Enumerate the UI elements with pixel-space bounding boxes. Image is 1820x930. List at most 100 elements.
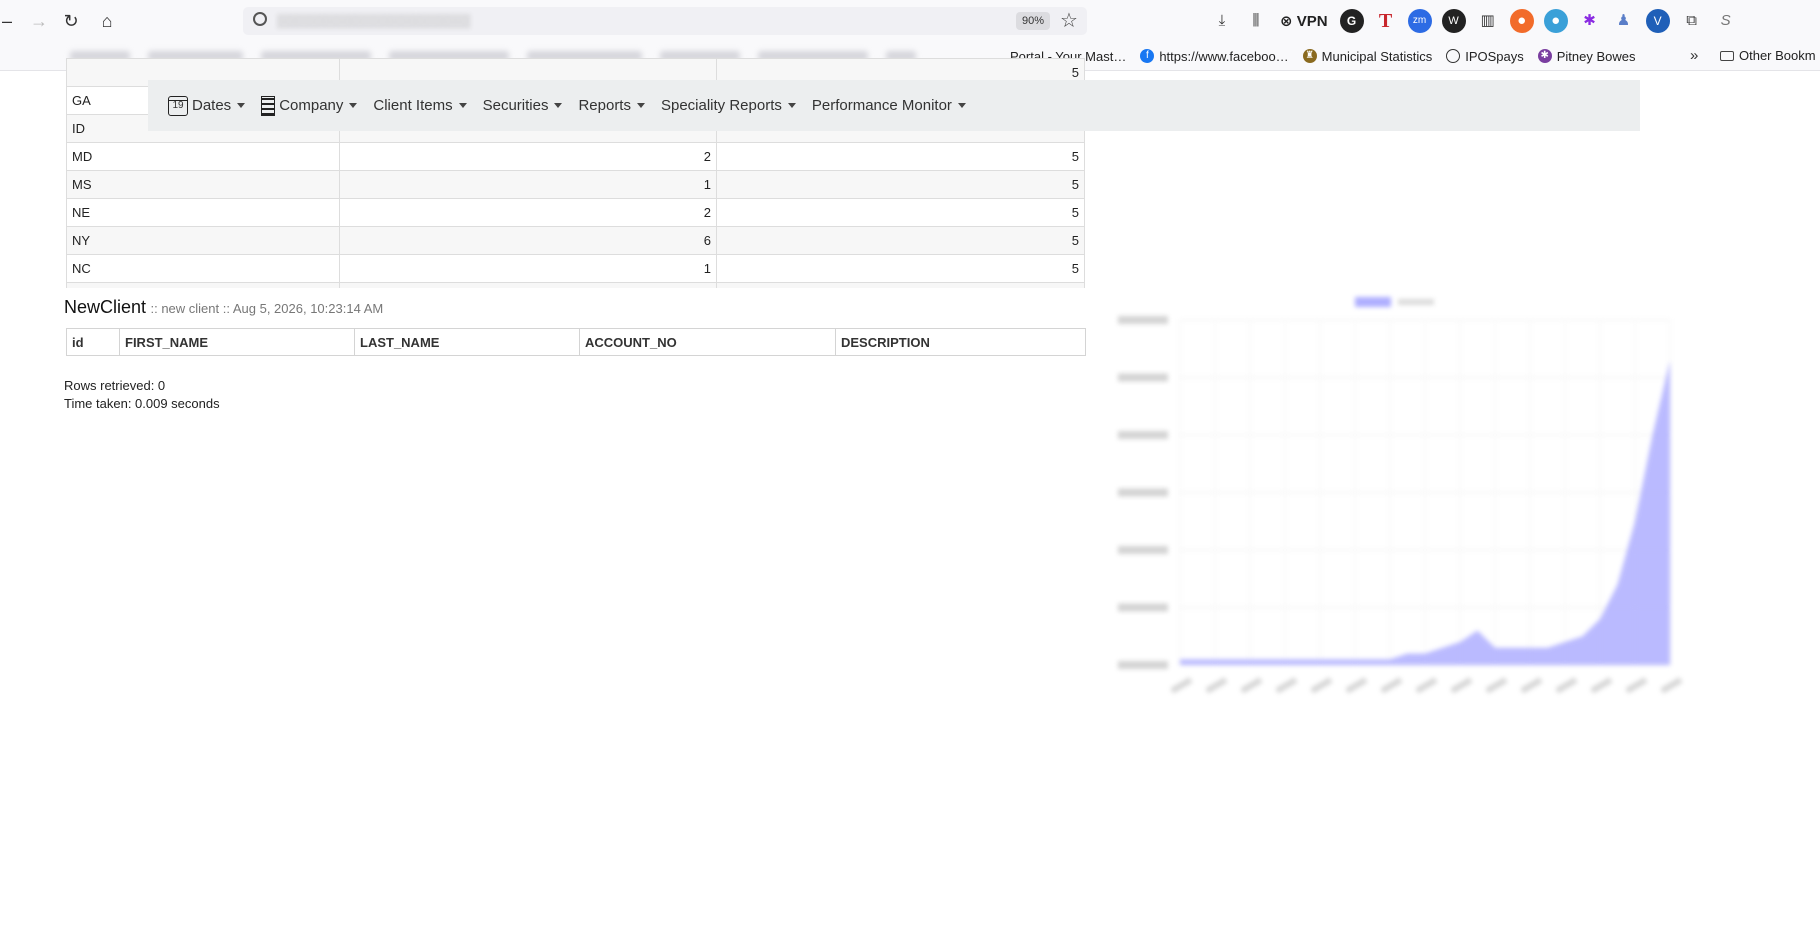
value-cell	[716, 282, 1085, 288]
nav-client-items[interactable]: Client Items	[373, 97, 467, 114]
vpn-button[interactable]: ⊗ VPN	[1278, 12, 1330, 30]
x-tick-label	[1660, 677, 1683, 694]
crest-icon: ♜	[1302, 49, 1317, 63]
x-tick-label	[1310, 677, 1333, 694]
x-tick-label	[1170, 677, 1193, 694]
shield-extension-icon[interactable]: V	[1645, 9, 1670, 33]
y-tick-label	[1118, 488, 1168, 497]
table-row	[66, 282, 1085, 288]
rows-retrieved: Rows retrieved: 0	[64, 378, 166, 393]
chevrons-right-icon[interactable]: »	[1690, 46, 1698, 66]
purple-extension-icon[interactable]: ✱	[1578, 9, 1602, 33]
count-cell	[339, 282, 717, 288]
newclient-subtitle: :: new client :: Aug 5, 2026, 10:23:14 A…	[150, 301, 384, 316]
zoom-extension-icon[interactable]: zm	[1407, 9, 1432, 33]
time-taken: Time taken: 0.009 seconds	[64, 396, 220, 411]
vpn-label: VPN	[1296, 13, 1328, 30]
x-tick-label	[1205, 677, 1228, 694]
column-header-description[interactable]: DESCRIPTION	[835, 328, 1086, 356]
nav-speciality-reports[interactable]: Speciality Reports	[661, 97, 796, 114]
url-text: ▒▒▒▒▒▒▒▒▒▒▒▒▒▒▒▒▒▒▒▒▒	[277, 13, 471, 28]
column-header-id[interactable]: id	[66, 328, 120, 356]
newclient-heading: NewClient :: new client :: Aug 5, 2026, …	[64, 297, 383, 318]
bookmark-label: IPOSpays	[1465, 48, 1524, 64]
column-header-last-name[interactable]: LAST_NAME	[354, 328, 580, 356]
table-row: MS 1 5	[66, 170, 1085, 199]
table-row: NY 6 5	[66, 226, 1085, 255]
bookmark-pitney[interactable]: ✱ Pitney Bowes	[1537, 48, 1636, 64]
home-icon[interactable]: ⌂	[94, 8, 120, 34]
column-header-account-no[interactable]: ACCOUNT_NO	[579, 328, 836, 356]
value-cell: 5	[716, 254, 1085, 283]
site-info-icon[interactable]	[253, 12, 267, 26]
legend-label	[1398, 299, 1434, 305]
caret-down-icon	[957, 103, 966, 108]
bookmark-facebook[interactable]: f https://www.faceboo…	[1140, 48, 1289, 64]
nav-reports[interactable]: Reports	[578, 97, 645, 114]
newclient-table-container: id FIRST_NAME LAST_NAME ACCOUNT_NO DESCR…	[66, 328, 1086, 356]
globe-icon	[1446, 49, 1461, 63]
x-tick-label	[1345, 677, 1368, 694]
other-bookmarks-label: Other Bookm	[1739, 48, 1816, 63]
zoom-badge[interactable]: 90%	[1016, 12, 1051, 30]
w-extension-icon[interactable]: W	[1441, 9, 1466, 33]
area-chart	[1118, 297, 1683, 694]
nav-company[interactable]: Company	[261, 95, 358, 116]
nav-label: Reports	[578, 97, 631, 114]
nav-performance-monitor[interactable]: Performance Monitor	[812, 97, 966, 114]
library-icon[interactable]: ⫼	[1244, 9, 1268, 33]
nav-dates[interactable]: 19 Dates	[168, 95, 246, 116]
t-extension-icon[interactable]: T	[1374, 9, 1398, 33]
g-extension-icon[interactable]: G	[1339, 9, 1364, 33]
folder-icon	[1720, 51, 1734, 61]
nav-label: Client Items	[373, 97, 453, 114]
count-cell: 6	[339, 226, 717, 255]
x-tick-label	[1275, 677, 1298, 694]
extensions-icon[interactable]: ⧉	[1680, 9, 1704, 33]
orange-extension-icon[interactable]: ●	[1509, 9, 1534, 33]
y-tick-label	[1118, 373, 1168, 382]
column-header-first-name[interactable]: FIRST_NAME	[119, 328, 355, 356]
reload-icon[interactable]: ↻	[58, 8, 84, 34]
caret-down-icon	[349, 103, 358, 108]
browser-toolbar: – → ↻ ⌂ ▒▒▒▒▒▒▒▒▒▒▒▒▒▒▒▒▒▒▒▒▒ 90% ☆ ⤓ ⫼ …	[0, 0, 1820, 43]
background-chart	[1110, 285, 1690, 825]
state-cell: MS	[66, 170, 340, 199]
blue-extension-icon[interactable]: ●	[1543, 9, 1568, 33]
y-tick-label	[1118, 603, 1168, 612]
state-cell: NY	[66, 226, 340, 255]
bookmark-municipal[interactable]: ♜ Municipal Statistics	[1302, 49, 1432, 64]
y-tick-label	[1118, 431, 1168, 439]
newclient-title: NewClient	[64, 297, 147, 317]
nav-label: Dates	[192, 97, 232, 114]
count-cell: 2	[339, 198, 717, 227]
y-tick-label	[1118, 316, 1168, 324]
x-tick-label	[1380, 677, 1403, 694]
grid-extension-icon[interactable]: ▥	[1476, 9, 1500, 33]
minimize-icon[interactable]: –	[0, 8, 20, 34]
bookmark-label: https://www.faceboo…	[1159, 48, 1289, 64]
bookmark-label: Pitney Bowes	[1556, 48, 1636, 64]
nav-securities[interactable]: Securities	[483, 97, 563, 114]
value-cell: 5	[716, 226, 1085, 255]
forward-icon[interactable]: →	[26, 8, 52, 34]
x-tick-label	[1485, 677, 1508, 694]
s-extension-icon[interactable]: S	[1714, 9, 1738, 33]
person-extension-icon[interactable]: ♟	[1612, 9, 1636, 33]
main-nav: 19 Dates Company Client Items Securities…	[148, 80, 1640, 131]
building-icon	[261, 95, 276, 116]
count-cell: 1	[339, 254, 717, 283]
bookmark-ipospays[interactable]: IPOSpays	[1446, 49, 1524, 64]
y-tick-label	[1118, 661, 1168, 669]
count-cell: 1	[339, 170, 717, 199]
bookmark-star-icon[interactable]: ☆	[1060, 8, 1078, 34]
address-bar[interactable]: ▒▒▒▒▒▒▒▒▒▒▒▒▒▒▒▒▒▒▒▒▒	[243, 7, 1087, 35]
other-bookmarks[interactable]: Other Bookm	[1720, 46, 1816, 66]
query-stats: Rows retrieved: 0 Time taken: 0.009 seco…	[64, 377, 220, 413]
state-cell: NC	[66, 254, 340, 283]
x-tick-label	[1520, 677, 1543, 694]
nav-label: Speciality Reports	[660, 97, 782, 114]
state-cell: MD	[66, 142, 340, 171]
download-icon[interactable]: ⤓	[1210, 9, 1234, 33]
legend-swatch	[1355, 297, 1391, 307]
